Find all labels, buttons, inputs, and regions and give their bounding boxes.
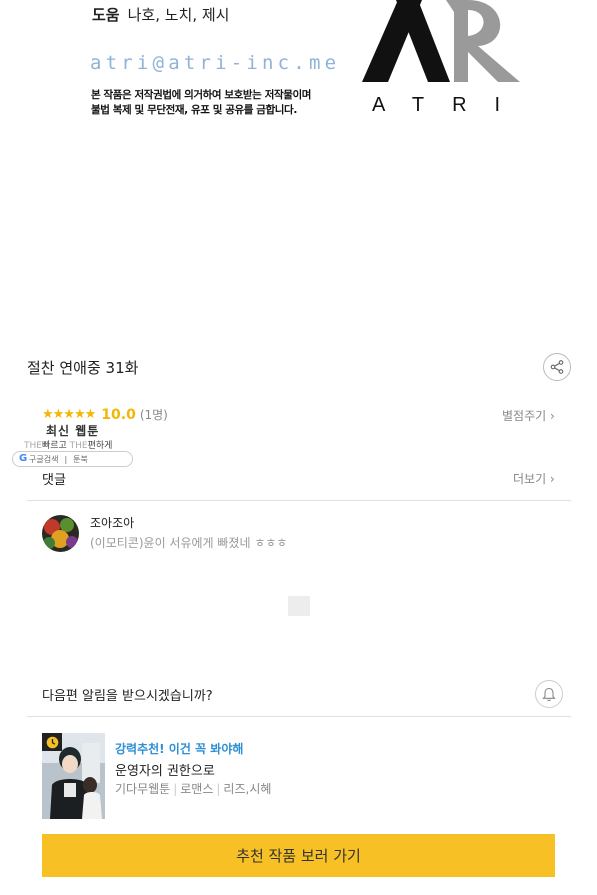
comment-username[interactable]: 조아조아 bbox=[90, 514, 134, 531]
copyright-notice-line-1: 본 작품은 저작권법에 의거하여 보호받는 저작물이며 bbox=[91, 89, 311, 101]
copyright-notice-line-2: 불법 복제 및 무단전재, 유포 및 공유를 금합니다. bbox=[91, 104, 297, 116]
google-icon: G bbox=[19, 453, 28, 464]
atri-logo-text: ATRI bbox=[372, 94, 529, 116]
ad-title: 최신 웹툰 bbox=[46, 424, 100, 438]
contact-email: atri@atri-inc.me bbox=[90, 52, 341, 74]
avatar-image bbox=[42, 515, 79, 552]
ad-banner[interactable]: G 구글검색 | 툰북 bbox=[12, 451, 133, 467]
credit-names: 나호, 노치, 제시 bbox=[127, 6, 230, 24]
avatar[interactable] bbox=[42, 515, 79, 552]
ad-sub-right: 편하게 bbox=[87, 441, 113, 451]
recommend-cta-button[interactable]: 추천 작품 보러 가기 bbox=[42, 834, 555, 877]
rate-button[interactable]: 별점주기 › bbox=[502, 407, 555, 424]
rating-count: (1명) bbox=[139, 408, 168, 422]
ad-subtitle: THE빠르고 THE편하게 bbox=[24, 438, 112, 451]
credit-line: 도움 나호, 노치, 제시 bbox=[92, 4, 229, 25]
ad-sub-left: 빠르고 bbox=[41, 441, 67, 451]
recommend-meta-genre: 로맨스 bbox=[180, 782, 214, 796]
divider bbox=[27, 500, 571, 501]
episode-title: 절찬 연애중 31화 bbox=[27, 359, 139, 377]
wait-free-badge bbox=[42, 733, 62, 751]
ad-pill-right: 툰북 bbox=[73, 454, 88, 464]
bell-icon bbox=[542, 687, 556, 701]
notify-prompt: 다음편 알림을 받으시겠습니까? bbox=[42, 689, 213, 704]
loading-placeholder bbox=[288, 596, 310, 616]
recommend-tag: 강력추천! 이건 꼭 봐야해 bbox=[115, 742, 244, 756]
notify-bell-button[interactable] bbox=[535, 680, 563, 708]
comments-label: 댓글 bbox=[42, 473, 66, 488]
credit-role-label: 도움 bbox=[92, 6, 120, 24]
comments-more-button[interactable]: 더보기 › bbox=[513, 470, 555, 487]
rating-row: ★★★★★ 10.0 (1명) bbox=[42, 406, 168, 423]
ad-sub-ghost-left: THE bbox=[24, 441, 42, 451]
rating-score: 10.0 bbox=[101, 406, 136, 423]
recommend-meta-category: 기다무웹툰 bbox=[115, 782, 171, 796]
recommend-title[interactable]: 운영자의 권한으로 bbox=[115, 760, 215, 779]
ad-sub-ghost-right: THE bbox=[69, 441, 88, 451]
divider bbox=[27, 716, 571, 717]
clock-icon bbox=[46, 736, 58, 748]
share-icon bbox=[550, 360, 564, 374]
ad-pill-left: 구글검색 bbox=[29, 454, 59, 464]
rating-stars: ★★★★★ bbox=[42, 407, 96, 422]
share-button[interactable] bbox=[543, 353, 571, 381]
recommend-meta-authors: 리즈,시혜 bbox=[223, 782, 272, 796]
copyright-notice: 본 작품은 저작권법에 의거하여 보호받는 저작물이며 불법 복제 및 무단전재… bbox=[91, 88, 311, 118]
comment-text: (이모티콘)윤이 서유에게 빠졌네 ㅎㅎㅎ bbox=[90, 536, 288, 550]
recommend-meta: 기다무웹툰 | 로맨스 | 리즈,시혜 bbox=[115, 782, 272, 796]
ad-pill-divider: | bbox=[64, 454, 68, 464]
